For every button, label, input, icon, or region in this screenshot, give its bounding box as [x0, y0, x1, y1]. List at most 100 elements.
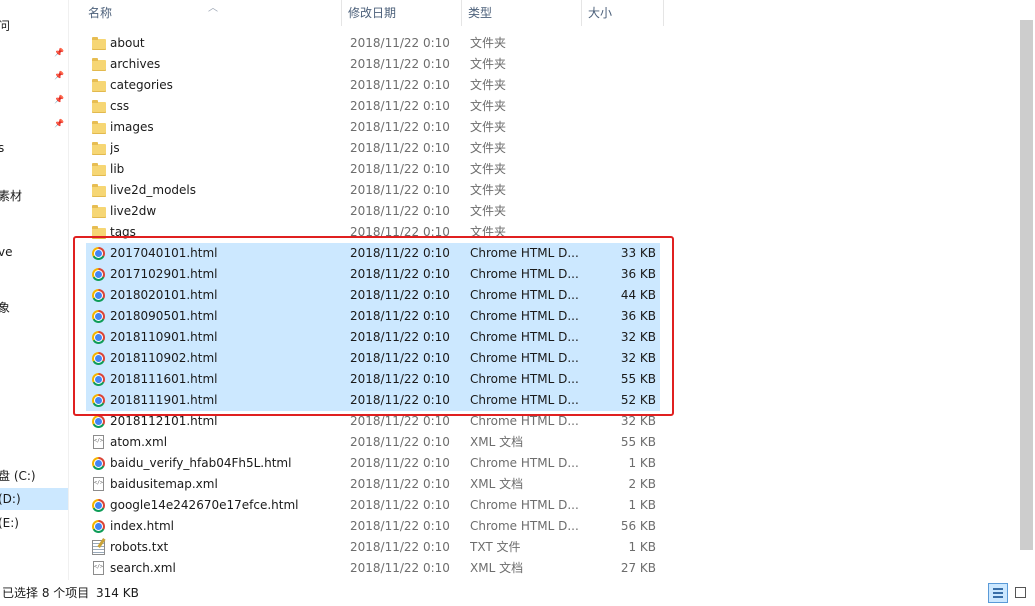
file-row[interactable]: atom.xml 2018/11/22 0:10 XML 文档 55 KB — [86, 432, 660, 453]
file-date: 2018/11/22 0:10 — [350, 519, 450, 533]
file-row[interactable]: about 2018/11/22 0:10 文件夹 — [86, 33, 660, 54]
file-date: 2018/11/22 0:10 — [350, 36, 450, 50]
column-header-size[interactable]: 大小 — [582, 0, 664, 26]
file-row[interactable]: categories 2018/11/22 0:10 文件夹 — [86, 75, 660, 96]
file-name: css — [110, 99, 130, 113]
nav-item[interactable]: ve — [0, 241, 68, 263]
file-size: 55 KB — [620, 435, 656, 449]
selection-highlight-annotation — [73, 236, 674, 416]
nav-item[interactable]: (E:) — [0, 512, 68, 534]
file-name: live2dw — [110, 204, 157, 218]
file-name: js — [110, 141, 120, 155]
file-name: categories — [110, 78, 173, 92]
nav-item[interactable]: (D:) — [0, 488, 68, 510]
pin-icon[interactable]: 📌 — [54, 47, 64, 59]
file-row[interactable]: images 2018/11/22 0:10 文件夹 — [86, 117, 660, 138]
navigation-pane: 问 s 素材 ve 象盘 (C:)(D:)(E:) 📌 📌 📌 📌 — [0, 0, 69, 580]
chrome-icon — [92, 457, 105, 470]
file-type: 文件夹 — [470, 36, 507, 50]
file-type: 文件夹 — [470, 78, 507, 92]
nav-item[interactable]: 素材 — [0, 185, 68, 207]
pin-icon[interactable]: 📌 — [54, 70, 64, 82]
file-row[interactable]: live2d_models 2018/11/22 0:10 文件夹 — [86, 180, 660, 201]
file-row[interactable]: search.xml 2018/11/22 0:10 XML 文档 27 KB — [86, 558, 660, 579]
nav-item[interactable]: 盘 (C:) — [0, 465, 68, 487]
file-size: 56 KB — [620, 519, 656, 533]
file-size — [580, 96, 656, 117]
file-name: about — [110, 36, 145, 50]
file-type: 文件夹 — [470, 99, 507, 113]
file-size — [580, 180, 656, 201]
pin-icon[interactable]: 📌 — [54, 94, 64, 106]
file-name: images — [110, 120, 154, 134]
chrome-icon — [92, 499, 105, 512]
folder-icon — [91, 141, 106, 156]
column-header-type[interactable]: 类型 — [462, 0, 582, 26]
file-row[interactable]: baidusitemap.xml 2018/11/22 0:10 XML 文档 2 K… — [86, 474, 660, 495]
file-date: 2018/11/22 0:10 — [350, 99, 450, 113]
file-type: XML 文档 — [470, 435, 524, 449]
xml-icon — [93, 477, 104, 491]
file-row[interactable]: css 2018/11/22 0:10 文件夹 — [86, 96, 660, 117]
column-name-label: 名称 — [88, 6, 113, 20]
file-type: 文件夹 — [470, 120, 507, 134]
xml-icon — [93, 561, 104, 575]
nav-item[interactable]: 问 — [0, 15, 68, 37]
folder-icon — [91, 57, 106, 72]
file-type: XML 文档 — [470, 561, 524, 575]
pin-icon[interactable]: 📌 — [54, 118, 64, 130]
file-size: 1 KB — [628, 540, 656, 554]
file-name: google14e242670e17efce.html — [110, 498, 299, 512]
file-row[interactable]: index.html 2018/11/22 0:10 Chrome HTML D..… — [86, 516, 660, 537]
column-header-date[interactable]: 修改日期 — [342, 0, 462, 26]
column-header-name[interactable]: 名称 ︿ — [82, 0, 342, 26]
column-type-label: 类型 — [468, 6, 493, 20]
selection-size: 314 KB — [96, 586, 139, 600]
file-type: Chrome HTML D... — [470, 498, 579, 512]
file-size — [580, 138, 656, 159]
folder-icon — [91, 36, 106, 51]
file-row[interactable]: baidu_verify_hfab04Fh5L.html 2018/11/22 0… — [86, 453, 660, 474]
file-explorer-window: 问 s 素材 ve 象盘 (C:)(D:)(E:) 📌 📌 📌 📌 名称 ︿ 修改日期 类型 大… — [0, 0, 1035, 606]
file-name: lib — [110, 162, 125, 176]
file-size — [580, 159, 656, 180]
file-date: 2018/11/22 0:10 — [350, 78, 450, 92]
details-view-button[interactable] — [988, 583, 1008, 603]
large-icons-view-button[interactable] — [1011, 583, 1031, 603]
file-type: Chrome HTML D... — [470, 519, 579, 533]
nav-item[interactable]: s — [0, 137, 68, 159]
file-type: XML 文档 — [470, 477, 524, 491]
file-type: 文件夹 — [470, 57, 507, 71]
chrome-icon — [92, 415, 105, 428]
vertical-scrollbar[interactable] — [1018, 0, 1035, 580]
scrollbar-thumb[interactable] — [1020, 20, 1033, 550]
folder-icon — [91, 78, 106, 93]
file-row[interactable]: robots.txt 2018/11/22 0:10 TXT 文件 1 KB — [86, 537, 660, 558]
file-size: 27 KB — [620, 561, 656, 575]
nav-item[interactable]: 象 — [0, 297, 68, 319]
file-row[interactable]: google14e242670e17efce.html 2018/11/22 0:… — [86, 495, 660, 516]
selection-count: 已选择 8 个项目 — [2, 586, 90, 600]
file-date: 2018/11/22 0:10 — [350, 435, 450, 449]
folder-icon — [91, 99, 106, 114]
file-size — [580, 201, 656, 222]
file-name: baidu_verify_hfab04Fh5L.html — [110, 456, 292, 470]
file-row[interactable]: live2dw 2018/11/22 0:10 文件夹 — [86, 201, 660, 222]
file-type: TXT 文件 — [470, 540, 521, 554]
file-date: 2018/11/22 0:10 — [350, 162, 450, 176]
file-size: 1 KB — [628, 498, 656, 512]
file-row[interactable]: archives 2018/11/22 0:10 文件夹 — [86, 54, 660, 75]
file-name: search.xml — [110, 561, 176, 575]
file-size — [580, 117, 656, 138]
status-bar: 已选择 8 个项目 314 KB — [0, 580, 1035, 606]
folder-icon — [91, 120, 106, 135]
file-date: 2018/11/22 0:10 — [350, 141, 450, 155]
file-date: 2018/11/22 0:10 — [350, 204, 450, 218]
file-size — [580, 33, 656, 54]
file-row[interactable]: lib 2018/11/22 0:10 文件夹 — [86, 159, 660, 180]
file-row[interactable]: js 2018/11/22 0:10 文件夹 — [86, 138, 660, 159]
file-date: 2018/11/22 0:10 — [350, 57, 450, 71]
file-date: 2018/11/22 0:10 — [350, 561, 450, 575]
file-size — [580, 54, 656, 75]
chrome-icon — [92, 520, 105, 533]
